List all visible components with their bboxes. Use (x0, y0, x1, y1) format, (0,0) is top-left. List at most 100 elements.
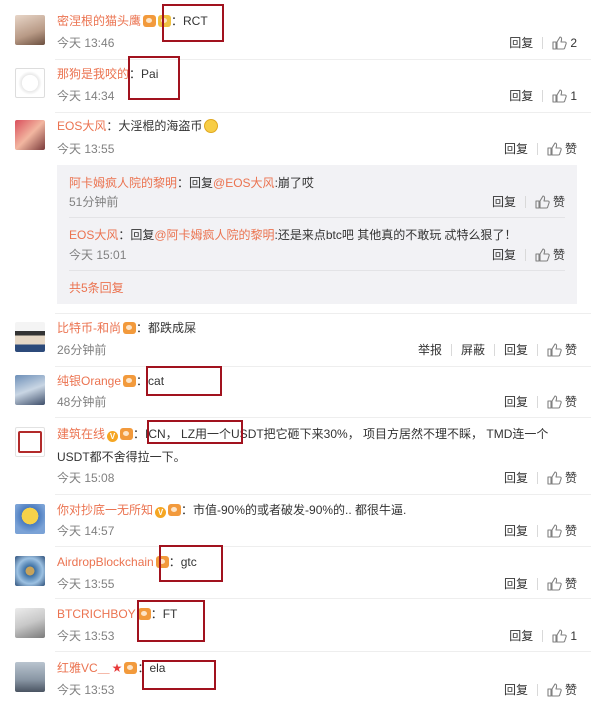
reply-button[interactable]: 回复 (509, 629, 533, 643)
like-button[interactable]: 赞 (547, 142, 577, 156)
username-link[interactable]: 纯银Orange (57, 374, 121, 388)
thumb-up-icon (547, 577, 562, 591)
like-label: 赞 (564, 395, 577, 409)
reply-prefix: ：回复 (177, 176, 214, 190)
like-label: 赞 (564, 577, 577, 591)
highlight-box (162, 4, 224, 42)
member-badge-icon (143, 15, 157, 27)
reply-button[interactable]: 回复 (504, 142, 528, 156)
username-link[interactable]: AirdropBlockchain (57, 555, 154, 569)
comment-text: ：大淫棍的海盗币 (106, 119, 203, 133)
verified-v-icon: V (155, 507, 167, 518)
report-button[interactable]: 举报 (418, 343, 442, 357)
comment-time: 今天 15:08 (57, 471, 115, 485)
avatar[interactable] (15, 427, 45, 457)
thumb-up-icon (552, 36, 568, 50)
reply-button[interactable]: 回复 (492, 195, 516, 209)
reply-button[interactable]: 回复 (504, 577, 528, 591)
highlight-box (128, 56, 180, 100)
avatar[interactable] (15, 504, 45, 534)
avatar[interactable] (15, 15, 45, 45)
like-button[interactable]: 赞 (547, 471, 577, 485)
mention-link[interactable]: @阿卡姆疯人院的黎明 (154, 228, 274, 242)
member-badge-icon (120, 428, 134, 440)
username-link[interactable]: 阿卡姆疯人院的黎明 (69, 176, 177, 190)
like-button[interactable]: 赞 (535, 195, 565, 209)
thumb-up-icon (547, 471, 562, 485)
comment-time: 今天 13:46 (57, 36, 115, 50)
like-count: 1 (570, 629, 577, 643)
comment-time: 今天 14:57 (57, 524, 115, 538)
username-link[interactable]: 那狗是我咬的 (57, 67, 129, 81)
divider (55, 651, 591, 652)
divider (55, 417, 591, 418)
divider (536, 472, 538, 484)
username-link[interactable]: 你对抄底一无所知 (57, 503, 153, 517)
like-button[interactable]: 赞 (535, 248, 565, 262)
mention-link[interactable]: @EOS大风 (213, 176, 275, 190)
reply-button[interactable]: 回复 (492, 248, 516, 262)
username-link[interactable]: EOS大风 (57, 119, 106, 133)
divider (542, 37, 544, 49)
username-link[interactable]: 红雅VC＿ (57, 661, 110, 675)
like-button[interactable]: 赞 (547, 395, 577, 409)
like-label: 赞 (564, 471, 577, 485)
comment-time: 今天 13:53 (57, 629, 115, 643)
thumb-up-icon (547, 395, 562, 409)
reply-button[interactable]: 回复 (509, 36, 533, 50)
divider (524, 249, 526, 261)
comment-time: 今天 13:55 (57, 577, 115, 591)
username-link[interactable]: BTCRICHBOY (57, 607, 136, 621)
star-icon: ★ (111, 661, 123, 675)
like-button[interactable]: 赞 (547, 524, 577, 538)
username-link[interactable]: 密涅根的猫头鹰 (57, 14, 141, 28)
like-button[interactable]: 1 (552, 89, 577, 103)
avatar[interactable] (15, 120, 45, 150)
like-button[interactable]: 赞 (547, 577, 577, 591)
reply-button[interactable]: 回复 (504, 683, 528, 697)
like-count: 2 (570, 36, 577, 50)
comment-time: 今天 13:53 (57, 683, 115, 697)
like-label: 赞 (552, 195, 565, 209)
reply-button[interactable]: 回复 (504, 343, 528, 357)
avatar[interactable] (15, 608, 45, 638)
like-button[interactable]: 赞 (547, 683, 577, 697)
view-more-replies-link[interactable]: 共5条回复 (69, 280, 124, 296)
avatar[interactable] (15, 68, 45, 98)
avatar[interactable] (15, 375, 45, 405)
like-label: 赞 (564, 683, 577, 697)
username-link[interactable]: 建筑在线 (57, 427, 105, 441)
avatar[interactable] (15, 662, 45, 692)
divider (536, 578, 538, 590)
username-link[interactable]: EOS大风 (69, 228, 118, 242)
like-button[interactable]: 1 (552, 629, 577, 643)
divider (524, 196, 526, 208)
reply-button[interactable]: 回复 (504, 524, 528, 538)
divider (55, 598, 591, 599)
divider (536, 143, 538, 155)
thumb-up-icon (535, 248, 550, 262)
divider (542, 90, 544, 102)
comment-time: 48分钟前 (57, 395, 107, 409)
avatar[interactable] (15, 322, 45, 352)
divider (450, 344, 452, 356)
reply-button[interactable]: 回复 (504, 471, 528, 485)
reply-text: :崩了哎 (274, 176, 314, 190)
like-label: 赞 (564, 142, 577, 156)
divider (536, 344, 538, 356)
avatar[interactable] (15, 556, 45, 586)
highlight-box (147, 420, 243, 444)
replies-panel: 阿卡姆疯人院的黎明：回复@EOS大风:崩了哎 51分钟前 回复赞 EOS大风：回… (57, 165, 577, 304)
like-button[interactable]: 2 (552, 36, 577, 50)
divider (69, 270, 565, 271)
like-count: 1 (570, 89, 577, 103)
like-button[interactable]: 赞 (547, 343, 577, 357)
like-label: 赞 (564, 343, 577, 357)
divider (69, 217, 565, 218)
block-button[interactable]: 屏蔽 (461, 343, 485, 357)
username-link[interactable]: 比特币-和尚 (57, 321, 121, 335)
comment-text: ：市值-90%的或者破发-90%的.. 都很牛逼. (181, 503, 407, 517)
reply-button[interactable]: 回复 (504, 395, 528, 409)
reply-button[interactable]: 回复 (509, 89, 533, 103)
thumb-up-icon (535, 195, 550, 209)
